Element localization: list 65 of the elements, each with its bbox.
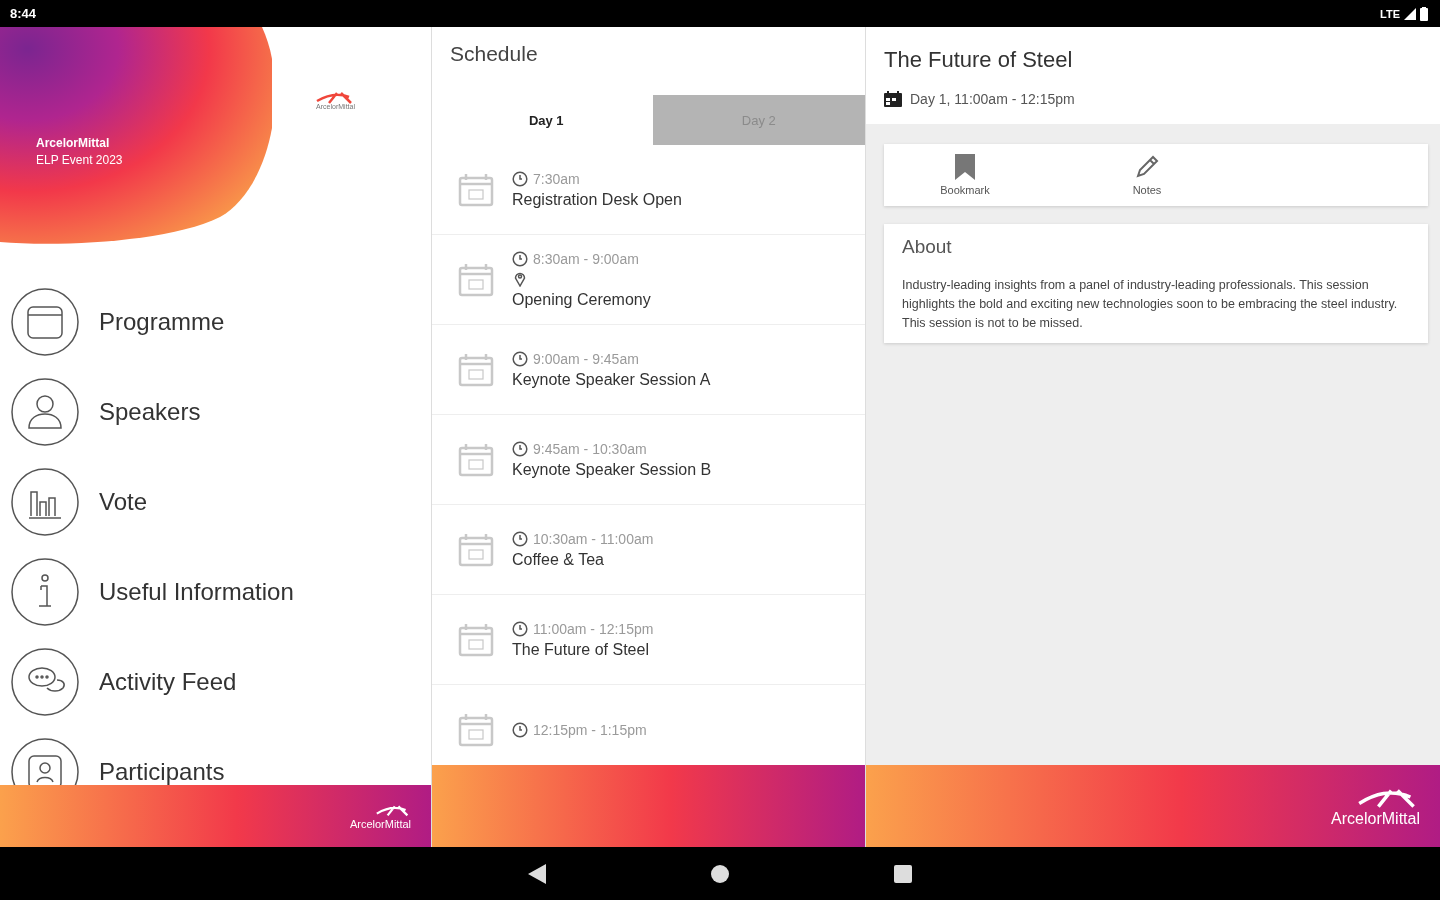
bookmark-icon [954,154,976,180]
time-range: 10:30am - 11:00am [533,530,654,547]
time-range: 9:45am - 10:30am [533,440,647,457]
calendar-icon [458,172,494,207]
session-description: Industry-leading insights from a panel of industry-leading professionals. This session highlights the bold and exciting new technologies soon to be embracing the steel industry. This session is not to be missed. [902,277,1399,332]
recents-icon[interactable] [894,864,912,883]
home-icon[interactable] [711,864,729,883]
menu-item[interactable]: Vote [0,457,431,547]
calendar-icon [458,442,494,477]
schedule-item[interactable]: 9:45am - 10:30am Keynote Speaker Session B [432,415,865,505]
menu-item[interactable]: Participants [0,727,431,785]
time-range: 7:30am [533,170,580,187]
calendar-icon [11,288,79,356]
battery-icon [1420,6,1428,21]
event-title: ArcelorMittal [36,135,111,152]
person-icon [11,378,79,446]
pencil-icon [1134,154,1160,180]
clock-icon [512,530,528,547]
clock-icon [512,440,528,457]
menu-item[interactable]: Speakers [0,367,431,457]
logo-text: ArcelorMittal [349,818,411,830]
clock-icon [512,250,528,267]
session-title: The Future of Steel [884,47,1074,73]
section-heading: About [902,236,953,258]
chat-icon [11,648,79,716]
calendar-icon [458,622,494,657]
schedule-item[interactable]: 9:00am - 9:45am Keynote Speaker Session A [432,325,865,415]
session-title: The Future of Steel [512,640,650,659]
time-range: 12:15pm - 1:15pm [533,721,647,738]
network-type: LTE [1380,7,1400,20]
session-title: Keynote Speaker Session A [512,370,711,389]
event-subtitle: ELP Event 2023 [36,152,123,169]
session-time: Day 1, 11:00am - 12:15pm [910,91,1075,107]
schedule-item[interactable]: 10:30am - 11:00am Coffee & Tea [432,505,865,595]
bookmark-button[interactable]: Bookmark [924,144,1006,206]
chart-icon [11,468,79,536]
time-range: 9:00am - 9:45am [533,350,639,367]
session-title: Registration Desk Open [512,190,682,209]
calendar-icon [458,352,494,387]
menu-item[interactable]: Activity Feed [0,637,431,727]
logo-text: ArcelorMittal [1331,810,1420,828]
notes-button[interactable]: Notes [1106,144,1188,206]
status-time: 8:44 [10,6,37,21]
time-range: 11:00am - 12:15pm [533,620,654,637]
session-title: Keynote Speaker Session B [512,460,712,479]
clock-icon [512,350,528,367]
clock-icon [512,170,528,187]
calendar-icon [884,91,902,107]
calendar-icon [458,712,494,747]
signal-icon [1404,7,1416,20]
screen-title: Schedule [449,41,539,67]
back-icon[interactable] [528,863,546,884]
schedule-item[interactable]: 8:30am - 9:00am Opening Ceremony [432,235,865,325]
clock-icon [512,620,528,637]
time-range: 8:30am - 9:00am [533,250,639,267]
calendar-icon [458,262,494,297]
info-icon [11,558,79,626]
schedule-item[interactable]: 7:30am Registration Desk Open [432,145,865,235]
menu-item[interactable]: Useful Information [0,547,431,637]
menu-item[interactable]: Programme [0,277,431,367]
clock-icon [512,721,528,738]
calendar-icon [458,532,494,567]
schedule-item[interactable]: 11:00am - 12:15pm The Future of Steel [432,595,865,685]
session-title: Coffee & Tea [512,550,605,569]
session-title: Opening Ceremony [512,290,651,309]
